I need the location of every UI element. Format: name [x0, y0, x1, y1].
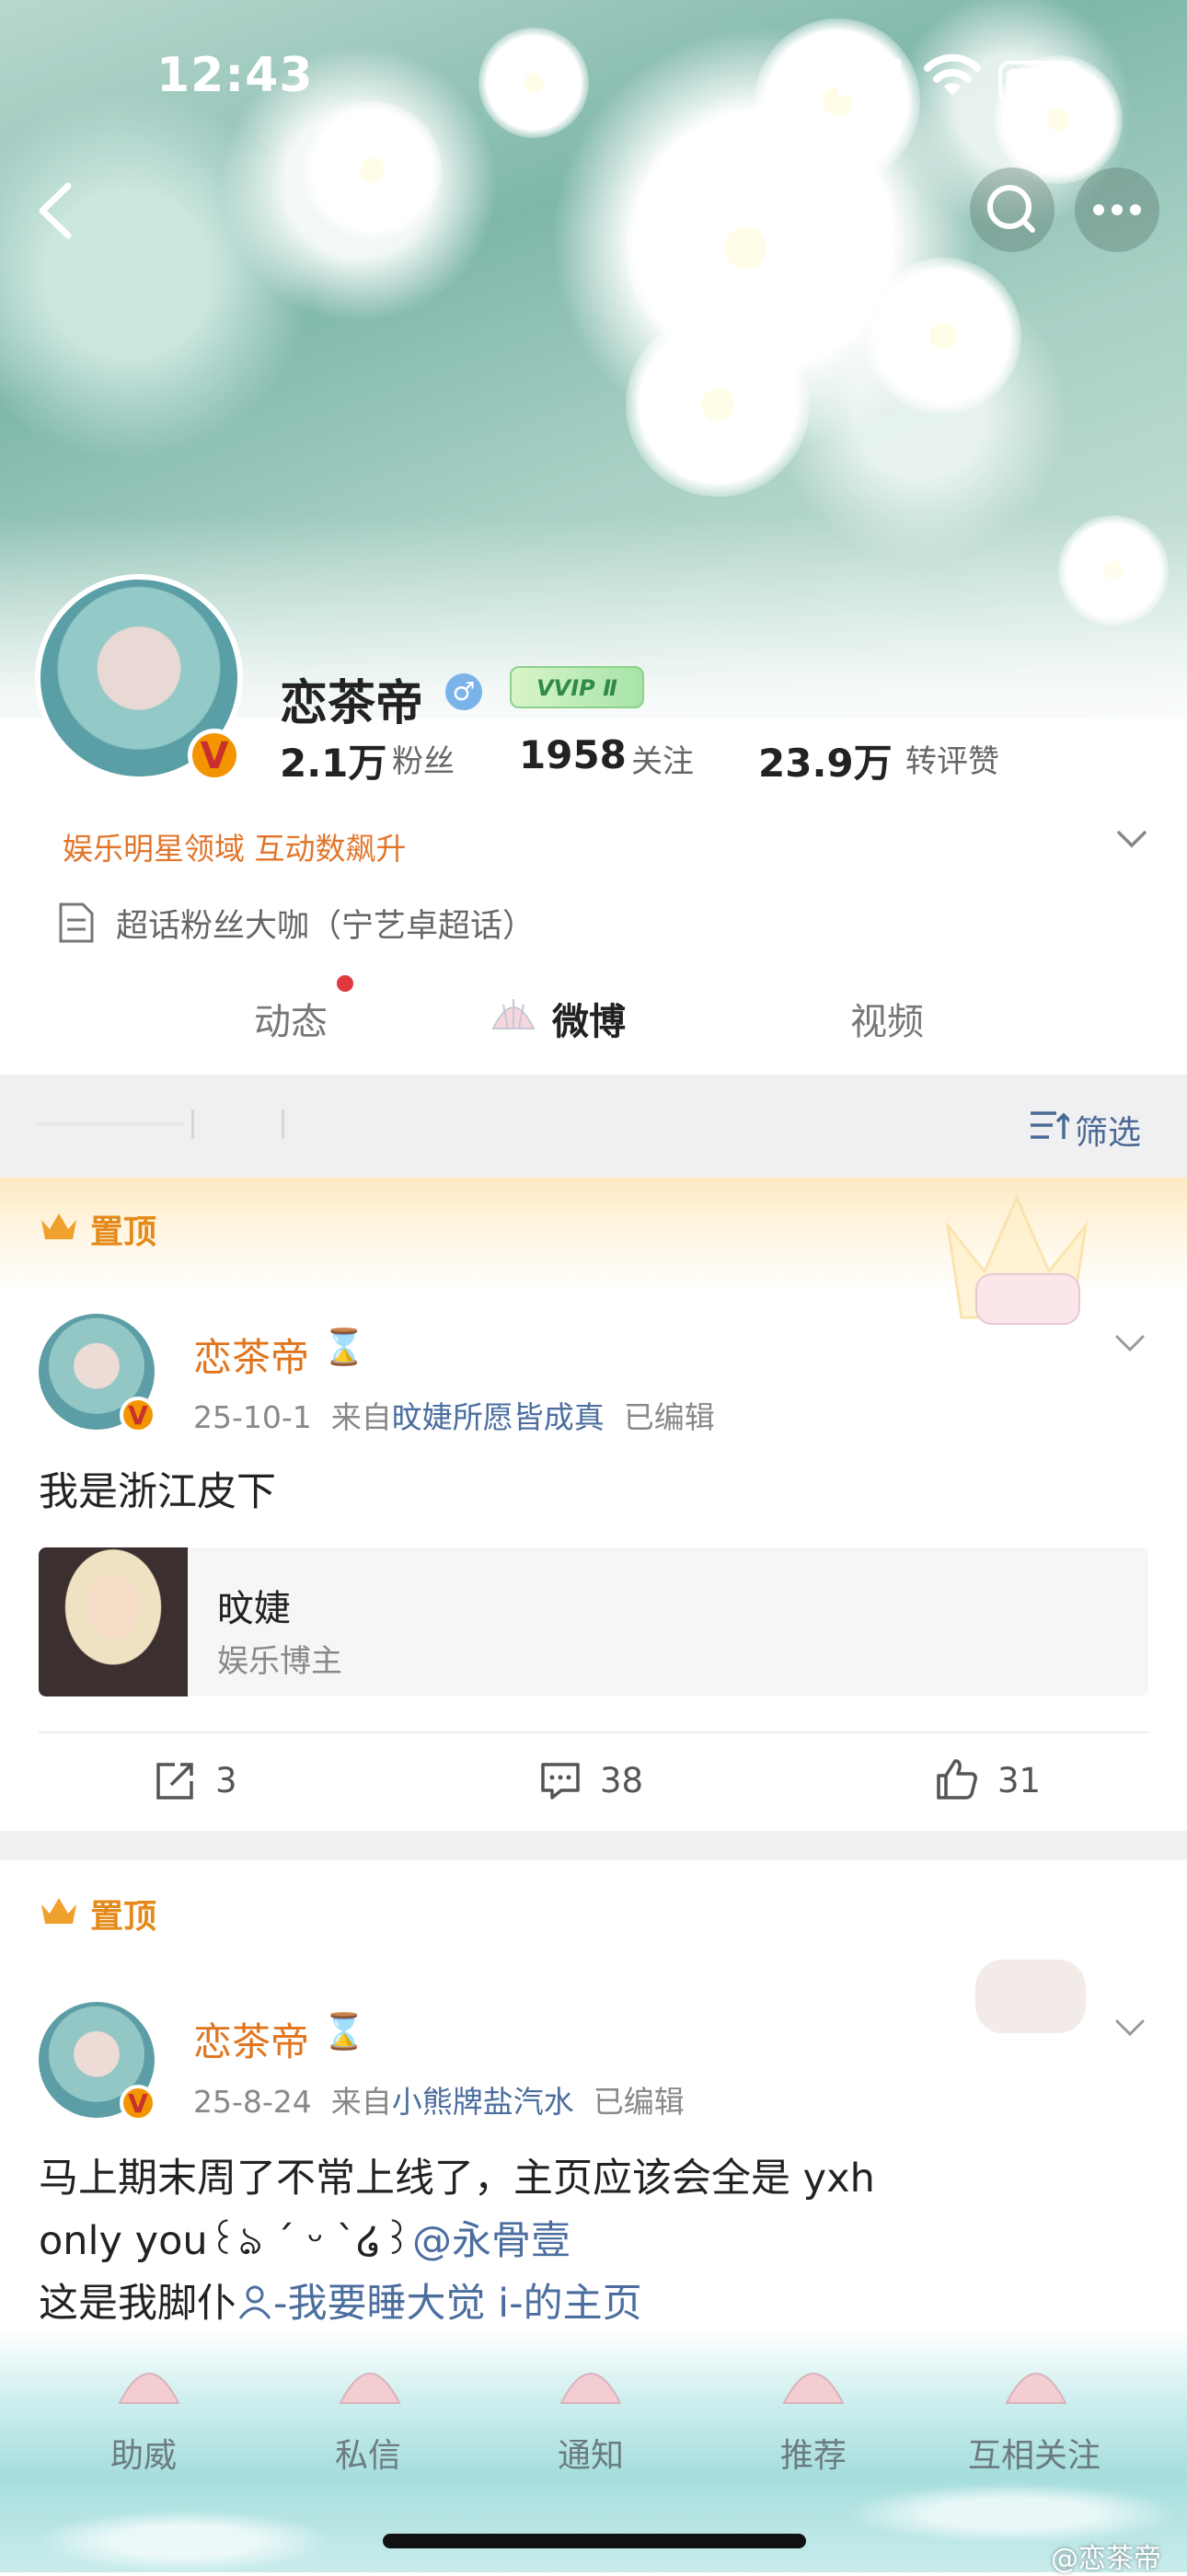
repost-icon[interactable] [155, 1761, 197, 1801]
profile-name: 恋茶帝 [280, 676, 424, 731]
verified-badge-icon: V [188, 729, 241, 782]
post-text-plain: 这是我脚仆 [39, 2281, 236, 2327]
following-label: 关注 [631, 743, 694, 780]
mention-link[interactable]: @永骨壹 [412, 2218, 570, 2264]
crown-icon [41, 1213, 76, 1239]
watermark: @恋茶帝 [1051, 2543, 1161, 2575]
wifi-icon [924, 53, 981, 96]
verified-badge-icon: V [120, 1397, 156, 1433]
following-count[interactable]: 1958 [519, 732, 627, 777]
tab-dynamic[interactable]: 动态 [254, 992, 328, 1045]
verified-badge-icon: V [120, 2085, 156, 2122]
post-source[interactable]: 小熊牌盐汽水 [392, 2084, 574, 2120]
super-topic-link[interactable]: 超话粉丝大咖（宁艺卓超话） [116, 900, 535, 947]
shell-notify-icon [559, 2373, 622, 2404]
user-card-image [39, 1547, 188, 1696]
battery-icon [998, 61, 1087, 103]
user-card[interactable]: 旼婕 娱乐博主 [39, 1547, 1148, 1696]
post-text: 我是浙江皮下 [39, 1469, 276, 1515]
back-icon[interactable] [28, 178, 83, 243]
filter-icon[interactable] [1029, 1108, 1069, 1144]
search-button[interactable] [970, 167, 1054, 252]
filter-bar [0, 1075, 1187, 1178]
divider [39, 1731, 1148, 1733]
chevron-down-icon[interactable] [1115, 828, 1148, 850]
nav-cheer[interactable]: 助威 [110, 2429, 177, 2477]
post-date: 25-10-1 [193, 1399, 312, 1435]
battery-level [1007, 69, 1053, 95]
crown-icon [41, 1898, 76, 1924]
post-meta: 25-8-24 来自小熊牌盐汽水 已编辑 [193, 2077, 685, 2122]
chevron-down-icon[interactable] [1113, 1332, 1147, 1354]
sticker-decoration [975, 1273, 1080, 1325]
user-card-title: 旼婕 [217, 1588, 291, 1630]
notification-dot [337, 975, 353, 992]
comment-icon[interactable] [539, 1761, 582, 1801]
shell-cheer-icon [118, 2373, 180, 2404]
user-card-subtitle: 娱乐博主 [217, 1643, 342, 1680]
cellular-signal-icon [837, 59, 901, 96]
post-text-line-1: 马上期末周了不常上线了，主页应该会全是 yxh [39, 2156, 875, 2202]
vip-badge[interactable]: VVIP Ⅱ [510, 666, 644, 708]
shell-message-icon [339, 2373, 401, 2404]
profile-link[interactable]: -我要睡大觉 i-的主页 [273, 2281, 642, 2327]
post-author[interactable]: 恋茶帝 [193, 2011, 309, 2067]
domain-tag[interactable]: 娱乐明星领域 互动数飙升 [63, 824, 407, 868]
seashell-icon [491, 999, 536, 1029]
more-button[interactable] [1075, 167, 1159, 252]
repost-count[interactable]: 3 [215, 1761, 237, 1800]
filter-button[interactable]: 筛选 [1075, 1106, 1141, 1154]
hourglass-icon: ⌛ [322, 1327, 366, 1367]
tab-video[interactable]: 视频 [850, 992, 924, 1045]
pinned-label: 置顶 [90, 1898, 157, 1936]
post-text-plain: only you꒰ঌ ´ ᵕ ˋ໒꒱ [39, 2218, 413, 2264]
post-separator [0, 1831, 1187, 1860]
followers-label: 粉丝 [392, 743, 455, 780]
interactions-label: 转评赞 [905, 743, 999, 780]
followers-count[interactable]: 2.1万 [280, 732, 386, 788]
male-gender-icon: ♂ [445, 673, 482, 710]
pinned-label: 置顶 [90, 1213, 157, 1251]
post-author[interactable]: 恋茶帝 [193, 1327, 309, 1383]
post-source[interactable]: 旼婕所愿皆成真 [392, 1399, 605, 1435]
search-icon [987, 185, 1035, 233]
shell-recommend-icon [782, 2373, 845, 2404]
post-text-line-2: only you꒰ঌ ´ ᵕ ˋ໒꒱@永骨壹 [39, 2210, 570, 2272]
like-count[interactable]: 31 [997, 1761, 1041, 1800]
interactions-count[interactable]: 23.9万 [758, 732, 893, 788]
source-prefix: 来自 [330, 1399, 392, 1435]
edited-label: 已编辑 [623, 1399, 715, 1435]
document-icon [59, 903, 94, 943]
tab-weibo[interactable]: 微博 [552, 992, 626, 1045]
nav-notifications[interactable]: 通知 [558, 2429, 624, 2477]
shell-mutual-icon [1005, 2373, 1067, 2404]
like-icon[interactable] [935, 1757, 979, 1801]
post-date: 25-8-24 [193, 2084, 312, 2120]
more-dots-icon [1093, 204, 1141, 215]
comment-count[interactable]: 38 [600, 1761, 643, 1800]
user-icon [238, 2285, 271, 2319]
status-time: 12:43 [156, 48, 314, 103]
nav-recommend[interactable]: 推荐 [780, 2429, 847, 2477]
nav-messages[interactable]: 私信 [335, 2429, 401, 2477]
hourglass-icon: ⌛ [322, 2011, 366, 2052]
edited-label: 已编辑 [593, 2084, 685, 2120]
source-prefix: 来自 [330, 2084, 392, 2120]
chevron-down-icon[interactable] [1113, 2017, 1147, 2039]
post-text-line-3: 这是我脚仆 -我要睡大觉 i-的主页 [39, 2272, 642, 2335]
post-meta: 25-10-1 来自旼婕所愿皆成真 已编辑 [193, 1393, 715, 1437]
nav-mutual-follow[interactable]: 互相关注 [968, 2429, 1101, 2477]
home-indicator[interactable] [383, 2534, 806, 2548]
sticker-decoration [975, 1960, 1086, 2033]
